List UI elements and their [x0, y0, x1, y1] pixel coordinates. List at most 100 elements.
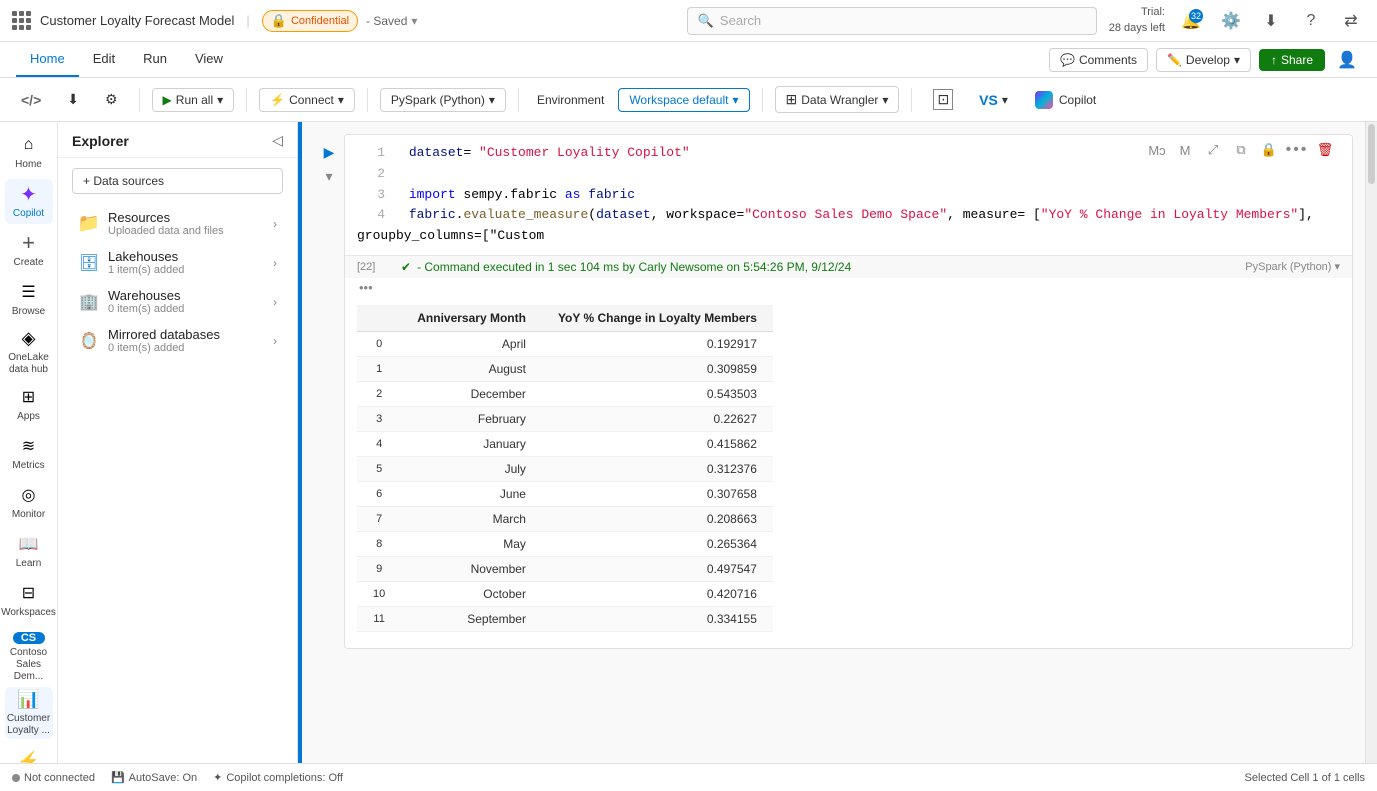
table-row: 2 December 0.543503	[357, 381, 773, 406]
add-data-sources-button[interactable]: + Data sources	[72, 168, 283, 194]
table-row: 1 August 0.309859	[357, 356, 773, 381]
search-bar[interactable]: 🔍 Search	[687, 7, 1097, 35]
tab-run[interactable]: Run	[129, 42, 181, 77]
notebook-scroll[interactable]: ▶ ▾ Mↄ M ⤢ ⧉ 🔒 ••• 🗑	[302, 122, 1365, 763]
code-cell-icon: </>	[21, 92, 41, 108]
folder-icon: 📁	[78, 213, 100, 235]
connect-chevron-icon: ▾	[338, 93, 344, 107]
run-all-button[interactable]: ▶ Run all ▾	[152, 88, 235, 112]
status-dot-icon	[12, 774, 20, 782]
output-separator: [22] ✔ - Command executed in 1 sec 104 m…	[345, 255, 1352, 278]
table-header-value: YoY % Change in Loyalty Members	[542, 305, 773, 332]
cell-run-button[interactable]: ▶	[319, 142, 339, 162]
trial-info: Trial: 28 days left	[1109, 5, 1165, 36]
contoso-workspace-icon: CS	[13, 632, 45, 644]
workspace-button[interactable]: Workspace default ▾	[618, 88, 749, 112]
table-cell-index: 1	[357, 356, 401, 381]
download-button[interactable]: ⬇	[1257, 7, 1285, 35]
cell-tool-format[interactable]: Mↄ	[1145, 138, 1169, 162]
main-area: ⌂ Home ✦ Copilot + Create ☰ Browse ◈ One…	[0, 122, 1377, 763]
toolbar-divider-6	[911, 88, 912, 112]
notebook-view-button[interactable]: ⊡	[924, 84, 962, 115]
pyspark-label: PySpark (Python)	[391, 93, 485, 107]
data-wrangler-button[interactable]: ⊞ Data Wrangler ▾	[775, 86, 900, 113]
output-lang-chevron-icon: ▾	[1334, 260, 1340, 273]
menu-bar: Home Edit Run View 💬 Comments ✏️ Develop…	[0, 42, 1377, 78]
table-cell-value: 0.208663	[542, 506, 773, 531]
sidebar-item-analyze[interactable]: ⚡ Analyze	[5, 743, 53, 763]
tab-edit[interactable]: Edit	[79, 42, 129, 77]
resources-subtitle: Uploaded data and files	[108, 225, 265, 237]
cell-tool-expand[interactable]: ⤢	[1201, 138, 1225, 162]
output-message: - Command executed in 1 sec 104 ms by Ca…	[417, 260, 851, 274]
connect-button[interactable]: ⚡ Connect ▾	[259, 88, 355, 112]
develop-button[interactable]: ✏️ Develop ▾	[1156, 48, 1251, 72]
table-cell-index: 4	[357, 431, 401, 456]
sidebar-item-apps[interactable]: ⊞ Apps	[5, 382, 53, 427]
check-icon: ✔	[401, 260, 411, 274]
cell-toolbar: Mↄ M ⤢ ⧉ 🔒 ••• 🗑	[1145, 138, 1337, 162]
status-copilot-completions: ✦ Copilot completions: Off	[213, 771, 343, 784]
waffle-icon[interactable]	[12, 11, 32, 31]
sidebar-item-learn[interactable]: 📖 Learn	[5, 529, 53, 574]
output-lang-selector[interactable]: PySpark (Python) ▾	[1245, 260, 1340, 273]
explorer-collapse-button[interactable]: ◁	[272, 132, 283, 149]
cell-expand-button[interactable]: ▾	[319, 166, 339, 186]
explorer-section-warehouses[interactable]: 🏢 Warehouses 0 item(s) added ›	[64, 282, 291, 321]
feedback-button[interactable]: ⇄	[1337, 7, 1365, 35]
cell-tool-markdown[interactable]: M	[1173, 138, 1197, 162]
cell-body: Mↄ M ⤢ ⧉ 🔒 ••• 🗑 1 dataset= "Customer Lo…	[344, 134, 1353, 649]
data-wrangler-chevron-icon: ▾	[882, 93, 888, 107]
download-cell-button[interactable]: ⬇	[58, 86, 88, 113]
sidebar-item-onelake[interactable]: ◈ OneLake data hub	[5, 326, 53, 378]
cell-tool-copy[interactable]: ⧉	[1229, 138, 1253, 162]
help-button[interactable]: ?	[1297, 7, 1325, 35]
tab-home[interactable]: Home	[16, 42, 79, 77]
sidebar-item-copilot[interactable]: ✦ Copilot	[5, 179, 53, 224]
explorer-section-mirrored[interactable]: 🪞 Mirrored databases 0 item(s) added ›	[64, 321, 291, 360]
cell-tool-delete[interactable]: 🗑	[1313, 138, 1337, 162]
sidebar-item-home[interactable]: ⌂ Home	[5, 130, 53, 175]
notifications-button[interactable]: 🔔 32	[1177, 7, 1205, 35]
vscode-button[interactable]: VS ▾	[970, 87, 1017, 113]
settings-button[interactable]: ⚙️	[1217, 7, 1245, 35]
download-cell-icon: ⬇	[67, 91, 79, 108]
sidebar-item-create[interactable]: + Create	[5, 228, 53, 273]
nav-sidebar: ⌂ Home ✦ Copilot + Create ☰ Browse ◈ One…	[0, 122, 58, 763]
code-line-2: 2	[357, 164, 1340, 185]
settings-cell-icon: ⚙	[105, 91, 118, 108]
resources-chevron-icon: ›	[273, 217, 277, 231]
table-cell-value: 0.22627	[542, 406, 773, 431]
sidebar-item-metrics[interactable]: ≋ Metrics	[5, 431, 53, 476]
sidebar-item-monitor[interactable]: ◎ Monitor	[5, 480, 53, 525]
sidebar-item-current-notebook[interactable]: 📊 Customer Loyalty ...	[5, 687, 53, 739]
copilot-button[interactable]: Copilot	[1025, 87, 1106, 113]
cell-tool-more[interactable]: •••	[1285, 138, 1309, 162]
explorer-panel: Explorer ◁ + Data sources 📁 Resources Up…	[58, 122, 298, 763]
sidebar-item-workspaces[interactable]: ⊟ Workspaces	[5, 578, 53, 623]
sidebar-item-browse[interactable]: ☰ Browse	[5, 277, 53, 322]
share-button[interactable]: ↑ Share	[1259, 49, 1325, 71]
cell-more-row[interactable]: •••	[345, 278, 1352, 297]
cell-tool-lock[interactable]: 🔒	[1257, 138, 1281, 162]
user-icon[interactable]: 👤	[1333, 46, 1361, 74]
table-row: 10 October 0.420716	[357, 581, 773, 606]
notification-count-badge: 32	[1189, 9, 1203, 23]
scrollbar-thumb[interactable]	[1368, 124, 1375, 184]
mirrored-name: Mirrored databases	[108, 327, 265, 342]
tab-view[interactable]: View	[181, 42, 237, 77]
status-connection: Not connected	[12, 772, 95, 784]
code-cell-button[interactable]: </>	[12, 87, 50, 113]
sidebar-item-contoso[interactable]: CS Contoso Sales Dem...	[5, 631, 53, 683]
comments-button[interactable]: 💬 Comments	[1049, 48, 1148, 72]
explorer-section-resources[interactable]: 📁 Resources Uploaded data and files ›	[64, 204, 291, 243]
toolbar: </> ⬇ ⚙ ▶ Run all ▾ ⚡ Connect ▾ PySpark …	[0, 78, 1377, 122]
settings-cell-button[interactable]: ⚙	[96, 86, 127, 113]
table-cell-index: 7	[357, 506, 401, 531]
pyspark-button[interactable]: PySpark (Python) ▾	[380, 88, 506, 112]
notebook-scrollbar[interactable]	[1365, 122, 1377, 763]
toolbar-divider-3	[367, 88, 368, 112]
explorer-section-lakehouses[interactable]: 🗄 Lakehouses 1 item(s) added ›	[64, 243, 291, 282]
mirrored-chevron-icon: ›	[273, 334, 277, 348]
code-line-4: 4 fabric.evaluate_measure(dataset, works…	[357, 205, 1340, 247]
